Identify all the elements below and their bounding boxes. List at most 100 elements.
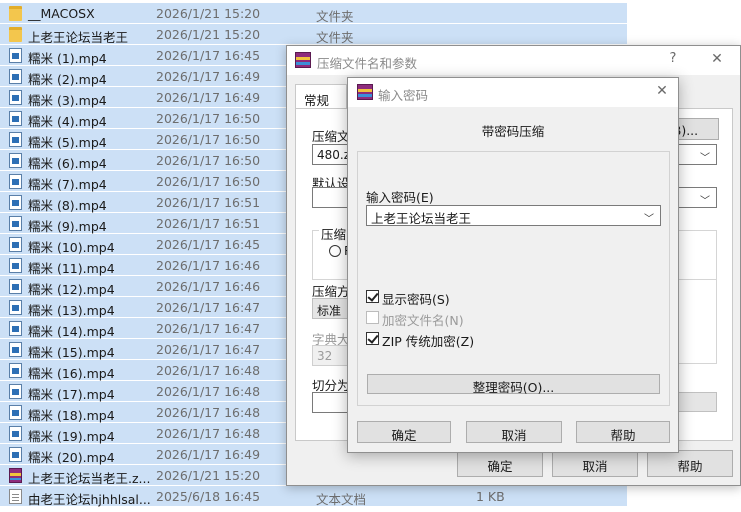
password-help-button[interactable]: 帮助 — [576, 421, 670, 443]
file-name: 糯米 (20).mp4 — [28, 450, 115, 465]
password-input[interactable]: 上老王论坛当老王 ﹀ — [366, 205, 661, 226]
file-date: 2026/1/17 16:45 — [156, 48, 261, 63]
file-date: 2026/1/17 16:51 — [156, 195, 261, 210]
file-date: 2026/1/17 16:49 — [156, 90, 261, 105]
archive-name-label: 压缩文 — [312, 129, 350, 144]
tab-general[interactable]: 常规 — [295, 84, 347, 109]
file-date: 2026/1/17 16:48 — [156, 363, 261, 378]
password-value: 上老王论坛当老王 — [371, 211, 472, 226]
file-date: 2026/1/17 16:45 — [156, 237, 261, 252]
chevron-down-icon[interactable]: ﹀ — [700, 192, 710, 207]
file-type: 文本文档 — [316, 492, 367, 507]
video-file-icon — [9, 174, 22, 189]
file-row[interactable]: __MACOSX 2026/1/21 15:20 文件夹 — [0, 3, 627, 24]
organize-passwords-button[interactable]: 整理密码(O)... — [367, 374, 660, 395]
file-name: 糯米 (17).mp4 — [28, 387, 115, 402]
show-password-checkbox[interactable] — [366, 290, 379, 303]
file-name: 糯米 (12).mp4 — [28, 282, 115, 297]
file-name: 糯米 (14).mp4 — [28, 324, 115, 339]
file-name: 糯米 (4).mp4 — [28, 114, 107, 129]
file-date: 2026/1/17 16:49 — [156, 69, 261, 84]
file-name: 上老王论坛当老王.z... — [28, 471, 151, 486]
file-name: 糯米 (13).mp4 — [28, 303, 115, 318]
folder-icon — [9, 27, 22, 42]
file-name: 糯米 (3).mp4 — [28, 93, 107, 108]
file-name: 糯米 (6).mp4 — [28, 156, 107, 171]
file-date: 2026/1/17 16:50 — [156, 132, 261, 147]
archive-ok-button[interactable]: 确定 — [457, 450, 543, 477]
video-file-icon — [9, 279, 22, 294]
video-file-icon — [9, 153, 22, 168]
file-name: 糯米 (15).mp4 — [28, 345, 115, 360]
file-date: 2026/1/21 15:20 — [156, 27, 261, 42]
password-dialog-titlebar[interactable]: 输入密码 ✕ — [348, 78, 678, 107]
chevron-down-icon[interactable]: ﹀ — [700, 149, 710, 164]
folder-icon — [9, 6, 22, 21]
video-file-icon — [9, 69, 22, 84]
zip-legacy-encryption-checkbox[interactable] — [366, 332, 379, 345]
file-row[interactable]: 上老王论坛当老王 2026/1/21 15:20 文件夹 — [0, 24, 627, 45]
file-name: 糯米 (5).mp4 — [28, 135, 107, 150]
video-file-icon — [9, 132, 22, 147]
method-value: 标准 — [317, 304, 342, 318]
video-file-icon — [9, 195, 22, 210]
file-row[interactable]: 由老王论坛hjhhlsal... 2025/6/18 16:45 文本文档 1 KB — [0, 486, 627, 507]
text-file-icon — [9, 489, 22, 504]
file-date: 2026/1/17 16:48 — [156, 426, 261, 441]
file-date: 2026/1/17 16:51 — [156, 216, 261, 231]
file-name: 糯米 (9).mp4 — [28, 219, 107, 234]
encrypt-filenames-label: 加密文件名(N) — [382, 313, 464, 328]
winrar-logo-icon — [295, 52, 311, 68]
video-file-icon — [9, 258, 22, 273]
format-radio[interactable] — [329, 245, 341, 257]
file-name: 糯米 (16).mp4 — [28, 366, 115, 381]
file-date: 2026/1/17 16:50 — [156, 153, 261, 168]
close-icon[interactable]: ✕ — [707, 51, 727, 67]
video-file-icon — [9, 342, 22, 357]
video-file-icon — [9, 384, 22, 399]
video-file-icon — [9, 321, 22, 336]
video-file-icon — [9, 111, 22, 126]
password-cancel-button[interactable]: 取消 — [466, 421, 562, 443]
video-file-icon — [9, 405, 22, 420]
file-date: 2026/1/17 16:50 — [156, 111, 261, 126]
file-size: 1 KB — [476, 489, 505, 504]
encrypt-filenames-checkbox[interactable] — [366, 311, 379, 324]
archive-dialog-title: 压缩文件名和参数 — [317, 56, 418, 71]
file-date: 2026/1/17 16:46 — [156, 258, 261, 273]
video-file-icon — [9, 90, 22, 105]
file-date: 2026/1/21 15:20 — [156, 468, 261, 483]
file-date: 2025/6/18 16:45 — [156, 489, 261, 504]
password-dialog: 输入密码 ✕ 带密码压缩 输入密码(E) 上老王论坛当老王 ﹀ 显示密码(S) … — [347, 77, 679, 453]
file-name: 上老王论坛当老王 — [28, 30, 129, 45]
help-icon[interactable]: ? — [663, 51, 683, 66]
password-label: 输入密码(E) — [366, 190, 434, 205]
password-ok-button[interactable]: 确定 — [357, 421, 451, 443]
zip-legacy-encryption-label: ZIP 传统加密(Z) — [382, 334, 475, 349]
file-type: 文件夹 — [316, 30, 354, 45]
file-name: 糯米 (18).mp4 — [28, 408, 115, 423]
video-file-icon — [9, 48, 22, 63]
video-file-icon — [9, 363, 22, 378]
password-heading: 带密码压缩 — [481, 124, 545, 139]
file-date: 2026/1/17 16:47 — [156, 300, 261, 315]
close-icon[interactable]: ✕ — [652, 83, 672, 99]
file-date: 2026/1/17 16:46 — [156, 279, 261, 294]
video-file-icon — [9, 300, 22, 315]
archive-help-button[interactable]: 帮助 — [647, 450, 733, 477]
file-date: 2026/1/17 16:48 — [156, 384, 261, 399]
video-file-icon — [9, 447, 22, 462]
format-group-label: 压缩 — [319, 224, 349, 243]
file-name: 糯米 (8).mp4 — [28, 198, 107, 213]
show-password-label: 显示密码(S) — [382, 292, 450, 307]
archive-cancel-button[interactable]: 取消 — [552, 450, 638, 477]
file-name: 糯米 (7).mp4 — [28, 177, 107, 192]
file-date: 2026/1/17 16:47 — [156, 342, 261, 357]
file-type: 文件夹 — [316, 9, 354, 24]
archive-dialog-titlebar[interactable]: 压缩文件名和参数 ? ✕ — [287, 46, 740, 75]
chevron-down-icon[interactable]: ﹀ — [644, 210, 654, 225]
video-file-icon — [9, 237, 22, 252]
video-file-icon — [9, 216, 22, 231]
file-name: 糯米 (10).mp4 — [28, 240, 115, 255]
password-dialog-title: 输入密码 — [378, 88, 429, 103]
